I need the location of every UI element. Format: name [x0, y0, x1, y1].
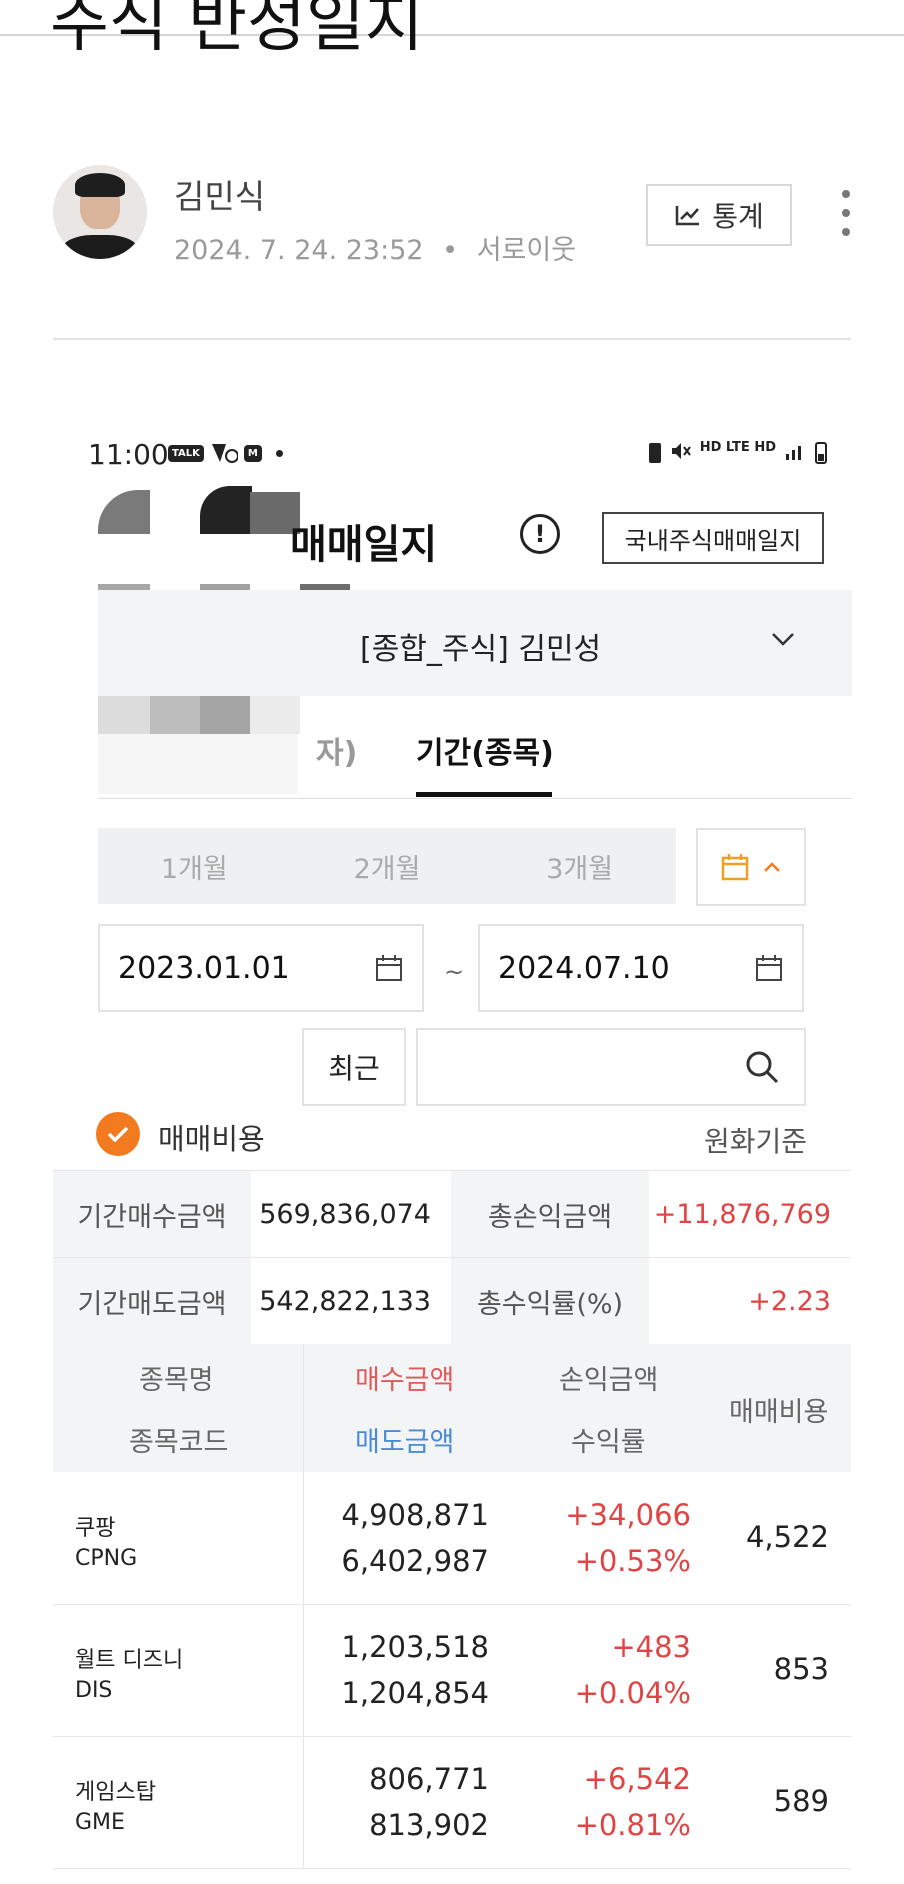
stock-name: 월트 디즈니 — [75, 1648, 184, 1673]
summary-value: 569,836,074 — [259, 1198, 431, 1230]
stock-code: CPNG — [75, 1546, 138, 1571]
tab-period-stock[interactable]: 기간(종목) — [416, 728, 554, 772]
summary-value: +2.23 — [748, 1285, 831, 1317]
mute-icon — [671, 443, 691, 459]
summary-key: 기간매도금액 — [53, 1258, 251, 1344]
post-title: 주식 반성일지 — [50, 0, 424, 61]
buy-amount: 806,771 — [369, 1762, 489, 1796]
search-icon[interactable] — [744, 1049, 780, 1085]
phone-status-bar: 11:00 TALK M HD LTE HD — [88, 438, 828, 474]
sell-amount: 6,402,987 — [341, 1544, 489, 1578]
post-meta: 2024. 7. 24. 23:52 • 서로이웃 — [174, 228, 576, 267]
stock-code: DIS — [75, 1678, 113, 1703]
signal-icon — [786, 446, 801, 460]
info-icon[interactable]: ! — [520, 514, 560, 554]
calendar-toggle-button[interactable] — [696, 828, 806, 906]
stats-button[interactable]: 통계 — [646, 184, 792, 246]
summary-row: 기간매수금액 569,836,074 총손익금액 +11,876,769 — [53, 1171, 851, 1258]
stock-search-input[interactable] — [416, 1028, 806, 1106]
profit-loss: +483 — [611, 1630, 691, 1664]
currency-basis: 원화기준 — [704, 1125, 808, 1158]
stock-name: 게임스탑 — [75, 1780, 156, 1805]
table-row[interactable]: 게임스탑 GME 806,771 813,902 +6,542 +0.81% 5… — [53, 1736, 851, 1869]
sell-amount: 813,902 — [369, 1808, 489, 1842]
neighbor-relation: 서로이웃 — [476, 235, 577, 266]
notification-icon — [211, 444, 238, 463]
checkmark-icon — [107, 1126, 129, 1143]
trading-fee: 589 — [773, 1784, 829, 1818]
calendar-icon[interactable] — [754, 953, 784, 983]
return-rate: +0.04% — [574, 1676, 691, 1710]
domestic-journal-button[interactable]: 국내주식매매일지 — [602, 512, 824, 564]
date-from-value: 2023.01.01 — [118, 950, 290, 986]
return-rate: +0.81% — [574, 1808, 691, 1842]
header-return-rate: 수익률 — [571, 1427, 646, 1458]
tab-divider — [98, 798, 852, 799]
header-sell-amount: 매도금액 — [355, 1427, 455, 1458]
app-title: 매매일지 — [290, 522, 438, 568]
table-header: 종목명 종목코드 매수금액 매도금액 손익금액 수익률 매매비용 — [53, 1344, 851, 1472]
header-stock-code: 종목코드 — [129, 1427, 229, 1458]
more-options-icon[interactable] — [836, 190, 856, 236]
author-name[interactable]: 김민식 — [174, 170, 265, 218]
date-range-separator: ~ — [444, 958, 465, 986]
profit-loss: +6,542 — [583, 1762, 691, 1796]
account-name: [종합_주식] 김민성 — [360, 632, 602, 667]
avatar[interactable] — [53, 165, 147, 259]
stock-code: GME — [75, 1810, 125, 1835]
summary-table: 기간매수금액 569,836,074 총손익금액 +11,876,769 기간매… — [53, 1170, 851, 1345]
talk-icon: TALK — [168, 444, 204, 462]
period-2m[interactable]: 2개월 — [291, 828, 484, 904]
stock-name: 쿠팡 — [75, 1516, 116, 1541]
battery-saver-icon — [648, 443, 661, 463]
header-profit-loss: 손익금액 — [559, 1365, 659, 1396]
active-tab-indicator — [416, 792, 552, 797]
summary-key: 총손익금액 — [451, 1171, 649, 1257]
date-from-field[interactable]: 2023.01.01 — [98, 924, 424, 1012]
profit-loss: +34,066 — [565, 1498, 691, 1532]
recent-button[interactable]: 최근 — [302, 1028, 406, 1106]
header-trading-fee: 매매비용 — [729, 1397, 829, 1428]
date-to-value: 2024.07.10 — [498, 950, 670, 986]
buy-amount: 4,908,871 — [341, 1498, 489, 1532]
sell-amount: 1,204,854 — [341, 1676, 489, 1710]
calendar-icon — [721, 854, 749, 881]
buy-amount: 1,203,518 — [341, 1630, 489, 1664]
status-time: 11:00 — [88, 438, 169, 471]
summary-row: 기간매도금액 542,822,133 총수익률(%) +2.23 — [53, 1258, 851, 1345]
table-row[interactable]: 쿠팡 CPNG 4,908,871 6,402,987 +34,066 +0.5… — [53, 1472, 851, 1605]
trend-chart-icon — [675, 206, 700, 226]
fee-checkbox-label[interactable]: 매매비용 — [158, 1116, 265, 1158]
trading-fee: 4,522 — [745, 1520, 829, 1554]
return-rate: +0.53% — [574, 1544, 691, 1578]
period-selector: 1개월 2개월 3개월 — [98, 828, 676, 904]
stats-label: 통계 — [712, 200, 764, 233]
summary-value: +11,876,769 — [653, 1198, 831, 1230]
summary-key: 총수익률(%) — [451, 1258, 649, 1344]
date-to-field[interactable]: 2024.07.10 — [478, 924, 804, 1012]
tab-daily[interactable]: 자) — [316, 728, 357, 772]
header-stock-name: 종목명 — [139, 1365, 214, 1396]
header-divider — [53, 338, 851, 340]
dot-icon — [275, 449, 283, 457]
chevron-down-icon[interactable] — [770, 626, 796, 652]
fee-checkbox[interactable] — [96, 1112, 140, 1156]
chevron-up-icon — [764, 862, 780, 872]
post-date: 2024. 7. 24. 23:52 — [174, 235, 424, 266]
table-row[interactable]: 월트 디즈니 DIS 1,203,518 1,204,854 +483 +0.0… — [53, 1604, 851, 1737]
period-1m[interactable]: 1개월 — [98, 828, 291, 904]
period-3m[interactable]: 3개월 — [483, 828, 676, 904]
header-buy-amount: 매수금액 — [355, 1365, 455, 1396]
mstock-icon: M — [243, 444, 262, 462]
battery-icon — [815, 442, 827, 464]
trading-fee: 853 — [773, 1652, 829, 1686]
summary-key: 기간매수금액 — [53, 1171, 251, 1257]
calendar-icon[interactable] — [374, 953, 404, 983]
network-label: HD LTE HD — [699, 440, 776, 455]
status-right-icons: HD LTE HD — [648, 440, 828, 464]
summary-value: 542,822,133 — [259, 1285, 431, 1317]
meta-separator: • — [442, 235, 459, 266]
